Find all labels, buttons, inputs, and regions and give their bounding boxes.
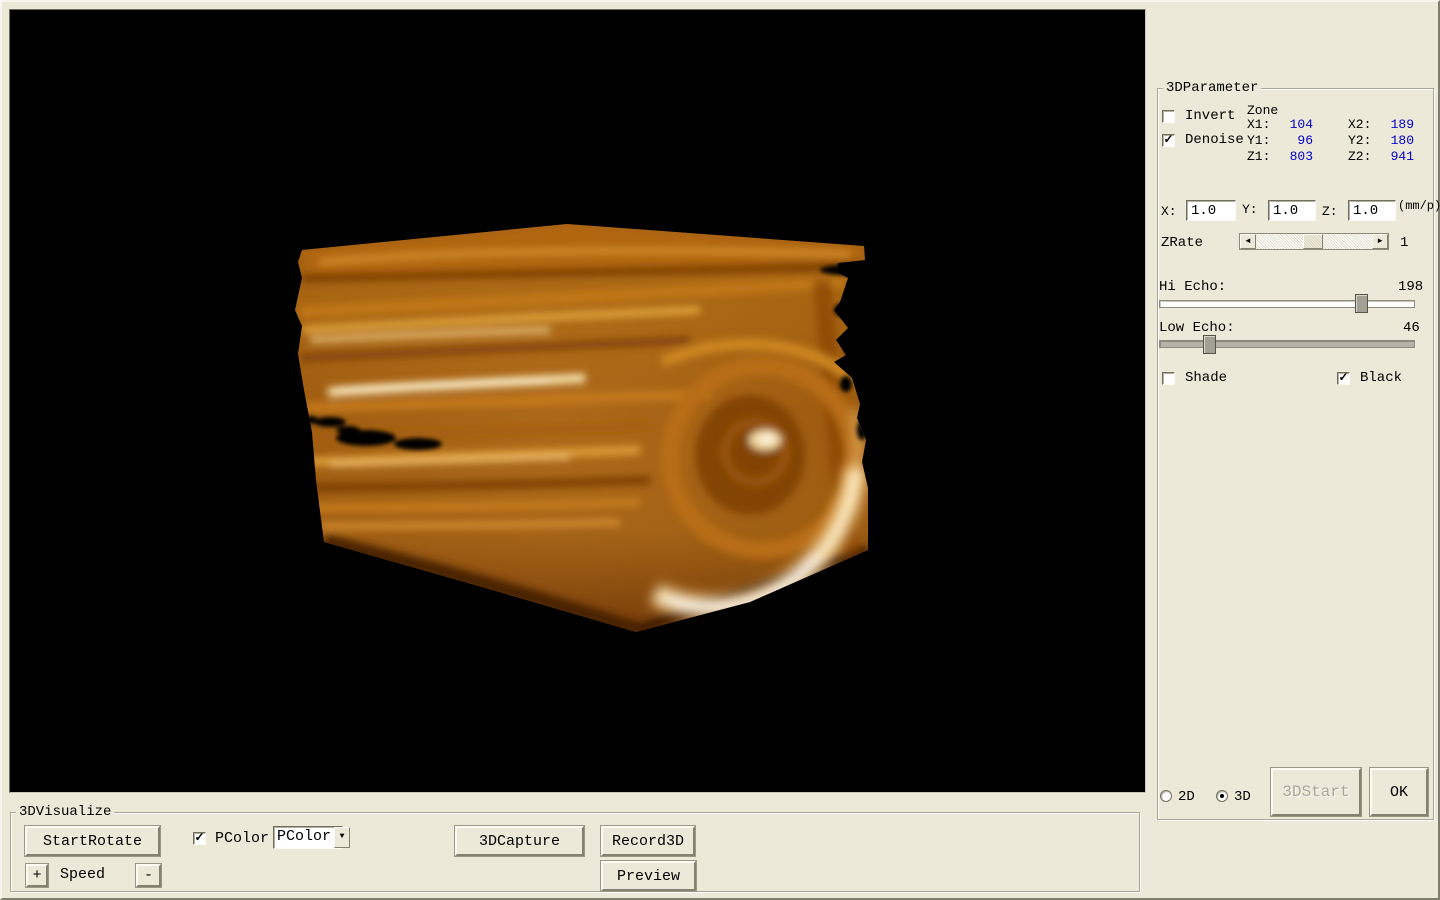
preview-button[interactable]: Preview xyxy=(601,861,696,891)
scale-z-input[interactable] xyxy=(1348,200,1396,221)
3dstart-button[interactable]: 3DStart xyxy=(1271,768,1361,816)
check-icon: ✓ xyxy=(1163,133,1173,147)
hi-echo-thumb[interactable] xyxy=(1355,294,1368,313)
low-echo-value: 46 xyxy=(1403,320,1420,336)
parameter-group-title: 3DParameter xyxy=(1163,80,1261,96)
hi-echo-track[interactable] xyxy=(1159,300,1415,308)
denoise-checkbox[interactable]: ✓ xyxy=(1162,134,1175,147)
scale-y-input[interactable] xyxy=(1268,200,1316,221)
pcolor-label: PColor xyxy=(215,830,269,847)
visualize-group-title: 3DVisualize xyxy=(16,804,114,820)
radio-3d[interactable] xyxy=(1216,790,1228,802)
zone-y1-value: 96 xyxy=(1275,133,1313,149)
zone-title: Zone xyxy=(1247,103,1278,118)
hi-echo-label: Hi Echo: xyxy=(1159,279,1226,295)
zone-row: Y1: 96 Y2: 180 xyxy=(1247,133,1414,149)
hi-echo-value: 198 xyxy=(1398,279,1423,295)
denoise-label: Denoise xyxy=(1185,132,1244,148)
check-icon: ✓ xyxy=(194,831,204,845)
record3d-button[interactable]: Record3D xyxy=(601,826,695,856)
shade-label: Shade xyxy=(1185,370,1227,386)
low-echo-label: Low Echo: xyxy=(1159,320,1235,336)
check-icon: ✓ xyxy=(1338,371,1348,385)
zrate-right-arrow-icon[interactable]: ► xyxy=(1372,234,1388,249)
app-window: { "icons": { "check": "✓", "arrow_left":… xyxy=(0,0,1440,900)
radio-dot xyxy=(1220,794,1224,798)
zone-x2-value: 189 xyxy=(1376,117,1414,133)
parameter-groupbox: 3DParameter Invert ✓ Denoise Zone X1: 10… xyxy=(1157,88,1434,820)
zrate-left-arrow-icon[interactable]: ◄ xyxy=(1240,234,1256,249)
zone-x1-label: X1: xyxy=(1247,117,1275,133)
zone-x2-label: X2: xyxy=(1348,117,1376,133)
low-echo-thumb[interactable] xyxy=(1203,335,1216,354)
zone-values: X1: 104 X2: 189 Y1: 96 Y2: 180 Z1: 803 Z… xyxy=(1247,117,1414,165)
zone-z2-value: 941 xyxy=(1376,149,1414,165)
invert-checkbox[interactable] xyxy=(1162,110,1175,123)
zone-row: X1: 104 X2: 189 xyxy=(1247,117,1414,133)
zrate-track[interactable] xyxy=(1256,234,1372,249)
radio-2d-label: 2D xyxy=(1178,789,1195,805)
zone-y2-label: Y2: xyxy=(1348,133,1376,149)
zrate-label: ZRate xyxy=(1161,235,1203,251)
zone-z1-label: Z1: xyxy=(1247,149,1275,165)
visualize-groupbox: 3DVisualize StartRotate + Speed - ✓ PCol… xyxy=(10,812,1140,892)
zone-z1-value: 803 xyxy=(1275,149,1313,165)
invert-label: Invert xyxy=(1185,108,1235,124)
radio-2d[interactable] xyxy=(1160,790,1172,802)
3d-viewport[interactable] xyxy=(9,9,1146,793)
zrate-scrollbar[interactable]: ◄ ► xyxy=(1239,233,1389,250)
3d-volume-render xyxy=(10,10,1145,792)
pcolor-combobox-value: PColor xyxy=(274,827,334,848)
zone-row: Z1: 803 Z2: 941 xyxy=(1247,149,1414,165)
ok-button[interactable]: OK xyxy=(1370,768,1428,816)
dropdown-arrow-icon[interactable]: ▼ xyxy=(334,827,350,848)
scale-z-label: Z: xyxy=(1322,204,1338,219)
zone-y1-label: Y1: xyxy=(1247,133,1275,149)
speed-plus-button[interactable]: + xyxy=(26,864,48,887)
start-rotate-button[interactable]: StartRotate xyxy=(25,826,160,856)
radio-3d-label: 3D xyxy=(1234,789,1251,805)
black-checkbox[interactable]: ✓ xyxy=(1337,372,1350,385)
speed-label: Speed xyxy=(60,866,105,883)
low-echo-track[interactable] xyxy=(1159,340,1415,348)
scale-x-input[interactable] xyxy=(1186,200,1236,221)
pcolor-checkbox[interactable]: ✓ xyxy=(193,832,206,845)
zone-z2-label: Z2: xyxy=(1348,149,1376,165)
scale-x-label: X: xyxy=(1161,204,1177,219)
zone-y2-value: 180 xyxy=(1376,133,1414,149)
zone-x1-value: 104 xyxy=(1275,117,1313,133)
black-label: Black xyxy=(1360,370,1402,386)
3dcapture-button[interactable]: 3DCapture xyxy=(455,826,584,856)
speed-minus-button[interactable]: - xyxy=(136,864,161,887)
pcolor-combobox[interactable]: PColor ▼ xyxy=(273,826,343,849)
shade-checkbox[interactable] xyxy=(1162,372,1175,385)
scale-y-label: Y: xyxy=(1242,202,1258,217)
zrate-thumb[interactable] xyxy=(1303,234,1323,249)
scale-unit-label: (mm/p) xyxy=(1398,199,1440,213)
zrate-value: 1 xyxy=(1400,235,1408,251)
